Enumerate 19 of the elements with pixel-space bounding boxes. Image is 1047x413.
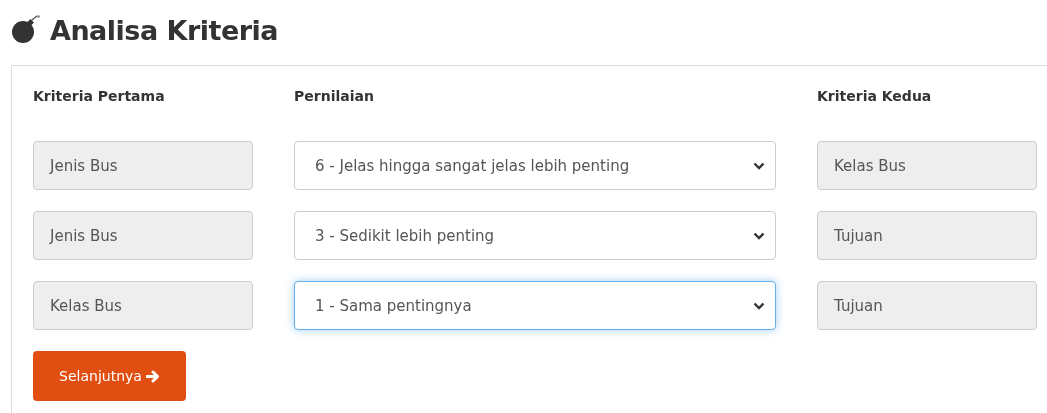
column-heading: Kriteria Kedua — [817, 88, 933, 106]
page-title: Analisa Kriteria — [50, 14, 279, 46]
criteria-field[interactable]: Tujuan — [817, 281, 1037, 330]
rating-select[interactable]: 1 - Sama pentingnya — [294, 281, 776, 330]
criteria-field[interactable]: Jenis Bus — [33, 141, 253, 190]
criteria-field[interactable]: Kelas Bus — [33, 281, 253, 330]
arrow-right-icon — [145, 369, 160, 383]
chevron-down-icon — [753, 161, 765, 170]
rating-select[interactable]: 3 - Sedikit lebih penting — [294, 211, 776, 260]
bomb-icon — [10, 15, 42, 45]
rating-select[interactable]: 6 - Jelas hingga sangat jelas lebih penting — [294, 141, 776, 190]
criteria-field[interactable]: Jenis Bus — [33, 211, 253, 260]
chevron-down-icon — [753, 301, 765, 310]
criteria-field[interactable]: Kelas Bus — [817, 141, 1037, 190]
column-heading: Kriteria Pertama — [33, 88, 166, 106]
column-heading: Pernilaian — [294, 88, 375, 106]
chevron-down-icon — [753, 231, 765, 240]
criteria-field[interactable]: Tujuan — [817, 211, 1037, 260]
next-button[interactable]: Selanjutnya — [33, 351, 186, 401]
